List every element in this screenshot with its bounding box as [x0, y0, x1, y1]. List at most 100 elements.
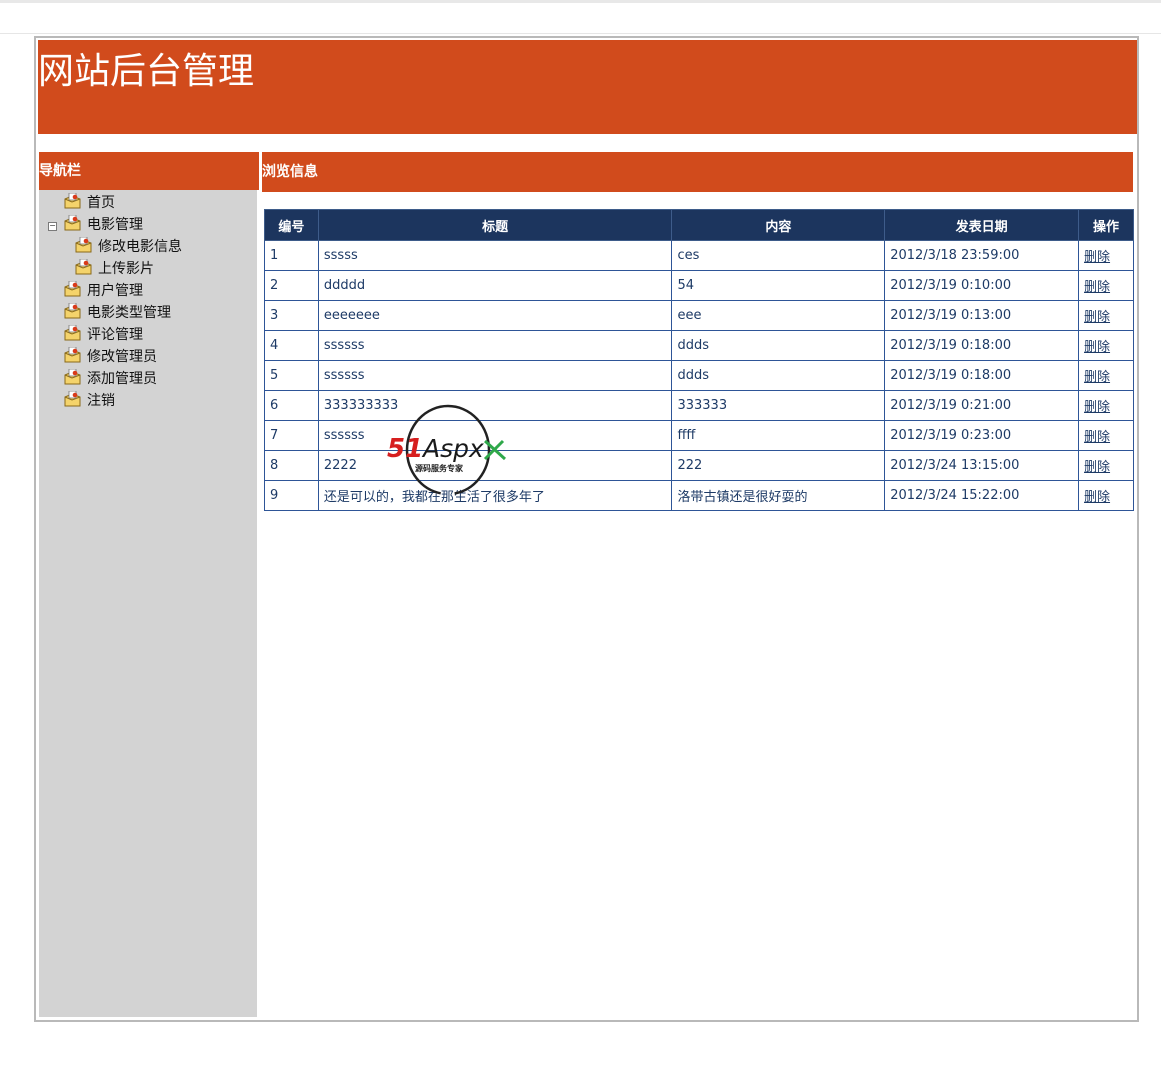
sidebar-item-label: 添加管理员 [87, 371, 157, 387]
sidebar-item-edit-movie[interactable]: 修改电影信息 [74, 236, 182, 258]
cell-date: 2012/3/19 0:10:00 [884, 270, 1080, 301]
cell-action: 删除 [1078, 240, 1134, 271]
sidebar-item-upload-movie[interactable]: 上传影片 [74, 258, 154, 280]
cell-action: 删除 [1078, 360, 1134, 391]
column-header-date[interactable]: 发表日期 [884, 209, 1080, 241]
cell-title: sssss [317, 240, 673, 271]
sidebar-item-label: 修改电影信息 [98, 239, 182, 255]
svg-text:Aspx: Aspx [421, 434, 484, 463]
main-title: 浏览信息 [262, 152, 1133, 192]
table-header-row: 编号 标题 内容 发表日期 操作 [264, 209, 1134, 241]
cell-id: 6 [264, 390, 319, 421]
delete-link[interactable]: 删除 [1084, 340, 1110, 355]
sidebar-item-label: 注销 [87, 393, 115, 409]
table-row: 5 ssssss ddds 2012/3/19 0:18:00 删除 [264, 360, 1134, 391]
cell-date: 2012/3/19 0:18:00 [884, 330, 1080, 361]
header-banner: 网站后台管理 [38, 40, 1137, 134]
cell-date: 2012/3/24 13:15:00 [884, 450, 1080, 481]
sidebar-item-movies[interactable]: 电影管理 [63, 214, 143, 236]
folder-icon [63, 368, 82, 390]
cell-id: 3 [264, 300, 319, 331]
cell-title: ssssss [317, 330, 673, 361]
sidebar-item-label: 首页 [87, 195, 115, 211]
cell-content: 222 [671, 450, 886, 481]
watermark-logo: 51 Aspx 源码服务专家 [385, 403, 515, 499]
cell-id: 7 [264, 420, 319, 451]
svg-text:51: 51 [387, 434, 423, 464]
delete-link[interactable]: 删除 [1084, 310, 1110, 325]
sidebar-item-add-admin[interactable]: 添加管理员 [63, 368, 157, 390]
cell-content: ddds [671, 360, 886, 391]
folder-icon [63, 390, 82, 412]
folder-icon [74, 258, 93, 280]
cell-content: eee [671, 300, 886, 331]
sidebar-item-label: 用户管理 [87, 283, 143, 299]
cell-content: ces [671, 240, 886, 271]
cell-date: 2012/3/24 15:22:00 [884, 480, 1080, 511]
table-row: 4 ssssss ddds 2012/3/19 0:18:00 删除 [264, 330, 1134, 361]
column-header-title[interactable]: 标题 [317, 209, 673, 241]
sidebar-item-label: 电影管理 [87, 217, 143, 233]
cell-id: 2 [264, 270, 319, 301]
cell-id: 8 [264, 450, 319, 481]
sidebar-item-label: 评论管理 [87, 327, 143, 343]
delete-link[interactable]: 删除 [1084, 370, 1110, 385]
cell-action: 删除 [1078, 300, 1134, 331]
browser-top-strip [0, 0, 1161, 3]
sidebar-item-comments[interactable]: 评论管理 [63, 324, 143, 346]
sidebar-item-movie-types[interactable]: 电影类型管理 [63, 302, 171, 324]
table-row: 2 ddddd 54 2012/3/19 0:10:00 删除 [264, 270, 1134, 301]
folder-icon [63, 214, 82, 236]
cell-id: 9 [264, 480, 319, 511]
folder-icon [74, 236, 93, 258]
cell-date: 2012/3/19 0:21:00 [884, 390, 1080, 421]
folder-icon [63, 302, 82, 324]
folder-icon [63, 324, 82, 346]
cell-action: 删除 [1078, 270, 1134, 301]
cell-action: 删除 [1078, 420, 1134, 451]
cell-action: 删除 [1078, 480, 1134, 511]
sidebar-item-edit-admin[interactable]: 修改管理员 [63, 346, 157, 368]
cell-id: 1 [264, 240, 319, 271]
site-title: 网站后台管理 [38, 51, 255, 92]
cell-action: 删除 [1078, 330, 1134, 361]
sidebar-item-label: 上传影片 [98, 261, 154, 277]
cell-content: 洛带古镇还是很好耍的 [671, 480, 886, 511]
delete-link[interactable]: 删除 [1084, 250, 1110, 265]
table-row: 3 eeeeeee eee 2012/3/19 0:13:00 删除 [264, 300, 1134, 331]
folder-icon [63, 280, 82, 302]
folder-icon [63, 346, 82, 368]
cell-content: ffff [671, 420, 886, 451]
cell-date: 2012/3/19 0:13:00 [884, 300, 1080, 331]
cell-content: ddds [671, 330, 886, 361]
cell-id: 4 [264, 330, 319, 361]
delete-link[interactable]: 删除 [1084, 280, 1110, 295]
column-header-id[interactable]: 编号 [264, 209, 319, 241]
cell-action: 删除 [1078, 450, 1134, 481]
sidebar-item-home[interactable]: 首页 [63, 192, 115, 213]
column-header-content[interactable]: 内容 [671, 209, 886, 241]
cell-title: ddddd [317, 270, 673, 301]
delete-link[interactable]: 删除 [1084, 430, 1110, 445]
column-header-action: 操作 [1078, 209, 1134, 241]
sidebar-item-users[interactable]: 用户管理 [63, 280, 143, 302]
delete-link[interactable]: 删除 [1084, 490, 1110, 505]
table-row: 1 sssss ces 2012/3/18 23:59:00 删除 [264, 240, 1134, 271]
collapse-icon[interactable]: − [48, 222, 57, 231]
sidebar-title: 导航栏 [39, 152, 259, 190]
page-divider [0, 33, 1161, 34]
admin-frame: 网站后台管理 导航栏 − 首页 电影管理 修改电影信息 上传影片 用户管理 电影… [34, 36, 1139, 1022]
delete-link[interactable]: 删除 [1084, 460, 1110, 475]
cell-action: 删除 [1078, 390, 1134, 421]
cell-date: 2012/3/19 0:18:00 [884, 360, 1080, 391]
sidebar-item-label: 电影类型管理 [87, 305, 171, 321]
delete-link[interactable]: 删除 [1084, 400, 1110, 415]
sidebar-item-logout[interactable]: 注销 [63, 390, 115, 412]
cell-content: 333333 [671, 390, 886, 421]
cell-date: 2012/3/18 23:59:00 [884, 240, 1080, 271]
cell-date: 2012/3/19 0:23:00 [884, 420, 1080, 451]
svg-text:源码服务专家: 源码服务专家 [415, 463, 464, 473]
cell-title: ssssss [317, 360, 673, 391]
cell-id: 5 [264, 360, 319, 391]
cell-content: 54 [671, 270, 886, 301]
